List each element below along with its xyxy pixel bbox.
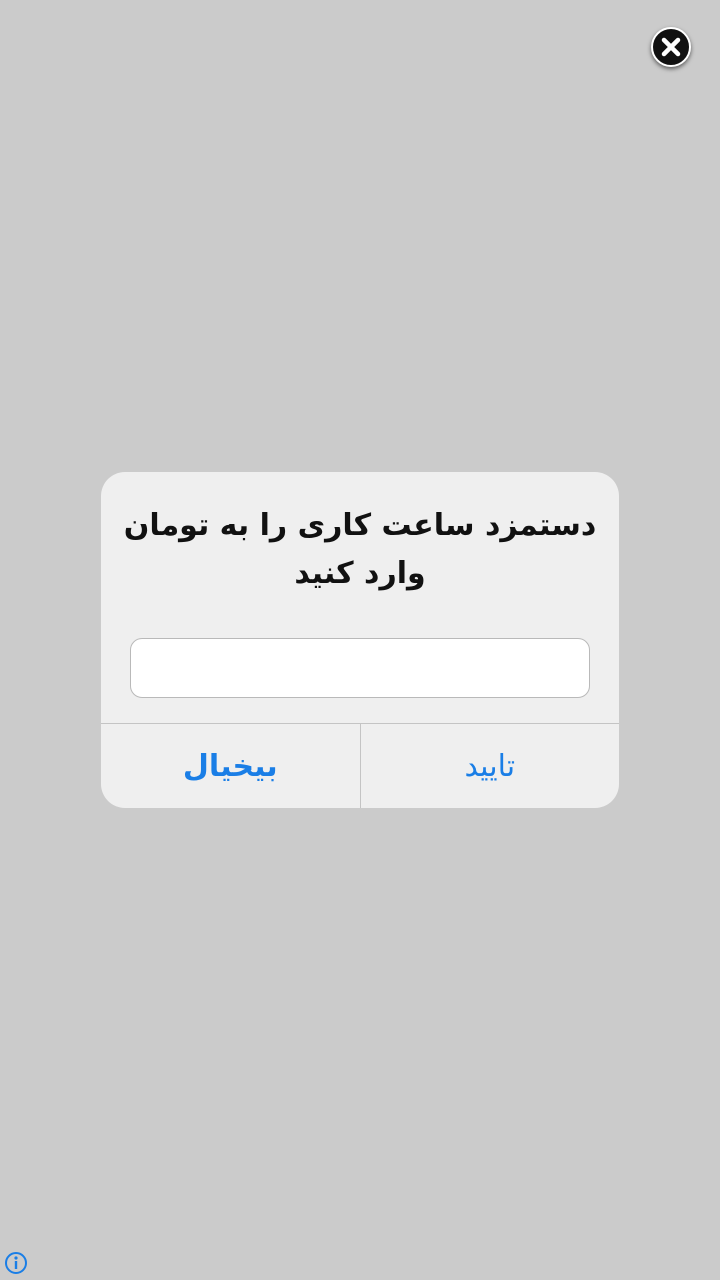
hourly-wage-input[interactable] <box>130 638 590 698</box>
dialog-button-row: بیخیال تایید <box>101 723 619 808</box>
close-icon <box>661 37 681 57</box>
cancel-button[interactable]: بیخیال <box>101 724 360 808</box>
info-icon[interactable] <box>4 1251 28 1275</box>
dialog-title: دستمزد ساعت کاری را به تومان وارد کنید <box>123 508 597 591</box>
close-button[interactable] <box>651 27 691 67</box>
confirm-button[interactable]: تایید <box>361 724 620 808</box>
alert-dialog: دستمزد ساعت کاری را به تومان وارد کنید ب… <box>101 472 619 808</box>
